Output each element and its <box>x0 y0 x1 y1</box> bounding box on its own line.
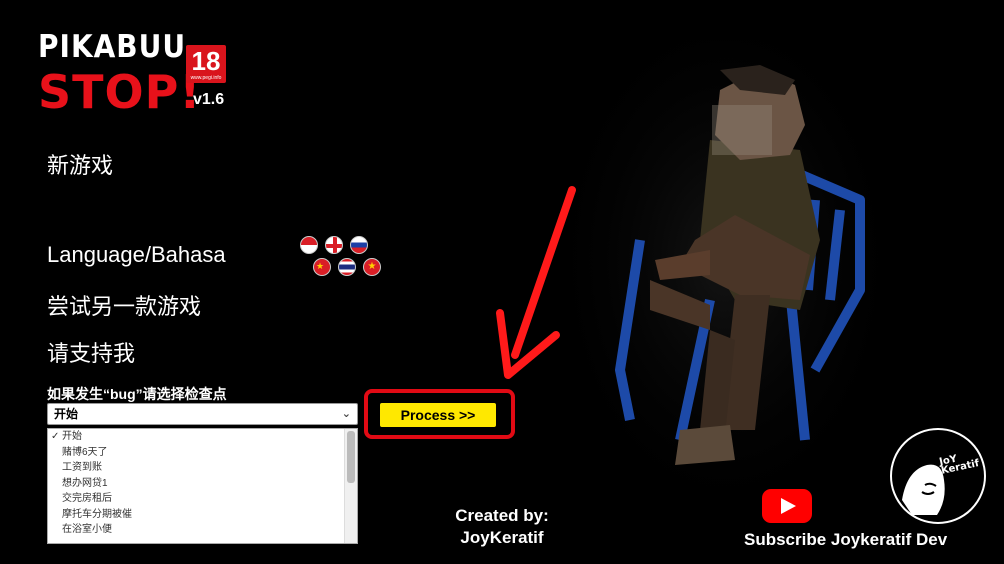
checkpoint-option[interactable]: 交完房租后 <box>48 491 357 507</box>
checkpoint-option[interactable]: 工资到账 <box>48 460 357 476</box>
logo-title-line2: STOP! <box>38 65 202 119</box>
version-label: v1.6 <box>193 91 225 108</box>
age-rating-badge: 18 www.pegi.info <box>186 45 226 83</box>
checkpoint-option[interactable]: 在浴室小便 <box>48 522 357 538</box>
checkpoint-label: 如果发生“bug”请选择检查点 <box>47 386 227 402</box>
scrollbar-thumb[interactable] <box>347 431 355 483</box>
checkpoint-option[interactable]: 想办网贷1 <box>48 476 357 492</box>
language-button[interactable]: Language/Bahasa <box>47 242 226 268</box>
checkpoint-options-list[interactable]: 开始 赌博6天了 工资到账 想办网贷1 交完房租后 摩托车分期被催 在浴室小便 <box>47 428 358 544</box>
checkpoint-option[interactable]: 开始 <box>48 429 357 445</box>
support-me-button[interactable]: 请支持我 <box>47 336 135 368</box>
credits: Created by: JoyKeratif <box>440 505 564 549</box>
subscribe-link[interactable]: Subscribe Joykeratif Dev <box>744 530 947 550</box>
checkpoint-selected-value: 开始 <box>54 407 79 421</box>
credits-line1: Created by: <box>455 506 549 525</box>
age-rating-url: www.pegi.info <box>190 75 222 81</box>
scene-illustration <box>560 40 890 530</box>
vietnam-flag-icon[interactable]: ★ <box>363 258 381 276</box>
russia-flag-icon[interactable] <box>350 236 368 254</box>
logo-title-line1: PIKABUU <box>38 28 187 65</box>
indonesia-flag-icon[interactable] <box>300 236 318 254</box>
age-rating-number: 18 <box>191 46 221 76</box>
england-flag-icon[interactable] <box>325 236 343 254</box>
thailand-flag-icon[interactable] <box>338 258 356 276</box>
process-button[interactable]: Process >> <box>380 403 496 427</box>
list-scrollbar[interactable] <box>344 429 357 543</box>
chevron-down-icon: ⌄ <box>341 408 351 420</box>
youtube-icon[interactable] <box>762 489 812 523</box>
new-game-button[interactable]: 新游戏 <box>47 148 113 180</box>
red-arrow-annotation <box>496 186 576 379</box>
china-flag-icon[interactable]: ★ <box>313 258 331 276</box>
try-another-game-button[interactable]: 尝试另一款游戏 <box>47 289 201 321</box>
joykeratif-logo[interactable]: JoY Keratif <box>890 428 986 524</box>
checkpoint-option[interactable]: 摩托车分期被催 <box>48 507 357 523</box>
language-flags: ★ ★ <box>300 236 390 280</box>
checkpoint-select[interactable]: 开始 ⌄ <box>47 403 358 425</box>
checkpoint-option[interactable]: 赌博6天了 <box>48 445 357 461</box>
credits-line2: JoyKeratif <box>460 528 544 547</box>
